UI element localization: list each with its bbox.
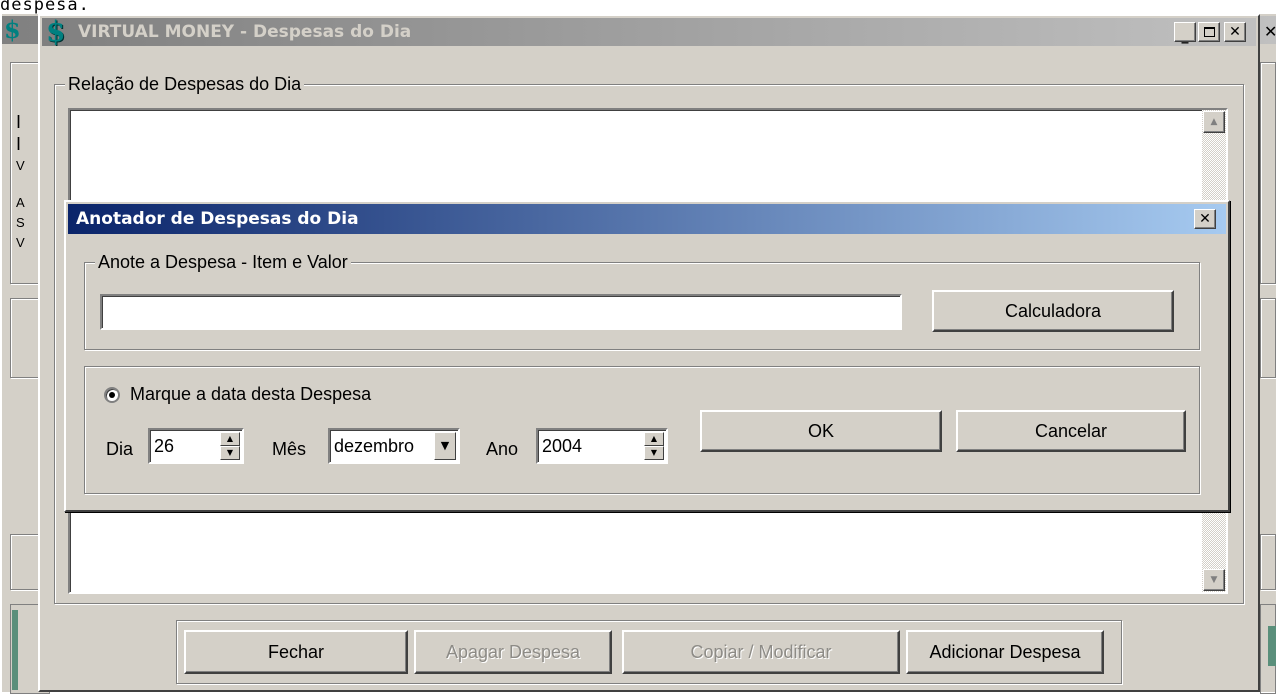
background-edge-letter: I bbox=[16, 134, 22, 154]
day-spinner[interactable]: ▲ ▼ bbox=[220, 432, 240, 460]
arrow-up-icon: ▲ bbox=[1210, 117, 1218, 127]
expense-list-group-label: Relação de Despesas do Dia bbox=[65, 73, 305, 95]
background-edge-letter: V bbox=[16, 235, 25, 250]
background-edge-letter: A bbox=[16, 195, 25, 210]
background-edge-letter: S bbox=[16, 215, 25, 230]
radio-dot-icon bbox=[109, 392, 115, 398]
spin-up-icon[interactable]: ▲ bbox=[644, 432, 664, 446]
chevron-down-icon: ▼ bbox=[440, 439, 450, 452]
dollar-sign-icon: $ bbox=[46, 15, 66, 48]
month-label: Mês bbox=[272, 439, 307, 459]
day-label: Dia bbox=[106, 439, 134, 459]
background-edge-letter: I bbox=[16, 112, 22, 132]
expense-dialog: Anotador de Despesas do Dia ✕ Anote a De… bbox=[64, 200, 1230, 512]
year-value: 2004 bbox=[542, 436, 583, 456]
background-panel-accent bbox=[12, 610, 18, 690]
arrow-down-icon: ▼ bbox=[1210, 575, 1218, 585]
maximize-icon bbox=[1203, 27, 1215, 37]
dialog-close-button[interactable]: ✕ bbox=[1194, 209, 1216, 229]
background-edge-letter: V bbox=[16, 158, 25, 173]
background-dollar-icon: $ bbox=[4, 15, 21, 44]
close-icon: ✕ bbox=[1229, 24, 1241, 40]
close-window-button[interactable]: Fechar bbox=[184, 630, 408, 674]
copy-modify-button[interactable]: Copiar / Modificar bbox=[622, 630, 900, 674]
main-window-titlebar: $ VIRTUAL MONEY - Despesas do Dia _ ✕ bbox=[42, 18, 1256, 46]
background-close-icon[interactable]: ✕ bbox=[1264, 22, 1276, 41]
item-value-input[interactable] bbox=[100, 294, 902, 330]
day-field[interactable]: 26 ▲ ▼ bbox=[148, 428, 244, 464]
background-right-group bbox=[1260, 298, 1276, 378]
dialog-titlebar: Anotador de Despesas do Dia ✕ bbox=[68, 204, 1226, 234]
date-radio-label[interactable]: Marque a data desta Despesa bbox=[130, 383, 371, 405]
month-value: dezembro bbox=[334, 436, 415, 456]
month-dropdown-button[interactable]: ▼ bbox=[434, 432, 456, 460]
delete-expense-button[interactable]: Apagar Despesa bbox=[414, 630, 612, 674]
close-button[interactable]: ✕ bbox=[1224, 22, 1246, 42]
background-right-group bbox=[1260, 534, 1276, 590]
ok-button[interactable]: OK bbox=[700, 410, 942, 452]
year-spinner[interactable]: ▲ ▼ bbox=[644, 432, 664, 460]
main-window-title: VIRTUAL MONEY - Despesas do Dia bbox=[78, 22, 412, 42]
cancel-button[interactable]: Cancelar bbox=[956, 410, 1186, 452]
year-field[interactable]: 2004 ▲ ▼ bbox=[536, 428, 668, 464]
scroll-down-button[interactable]: ▼ bbox=[1203, 569, 1225, 591]
day-value: 26 bbox=[154, 436, 175, 456]
year-label: Ano bbox=[486, 439, 519, 459]
spin-down-icon[interactable]: ▼ bbox=[644, 446, 664, 460]
maximize-button[interactable] bbox=[1198, 22, 1220, 42]
calculator-button[interactable]: Calculadora bbox=[932, 290, 1174, 332]
background-right-accent bbox=[1268, 626, 1276, 666]
background-right-group bbox=[1260, 62, 1276, 284]
minimize-icon: _ bbox=[1181, 28, 1189, 44]
add-expense-button[interactable]: Adicionar Despesa bbox=[906, 630, 1104, 674]
minimize-button[interactable]: _ bbox=[1174, 22, 1196, 44]
close-icon: ✕ bbox=[1199, 211, 1211, 227]
dialog-title: Anotador de Despesas do Dia bbox=[76, 209, 359, 229]
spin-down-icon[interactable]: ▼ bbox=[220, 446, 240, 460]
spin-up-icon[interactable]: ▲ bbox=[220, 432, 240, 446]
scroll-up-button[interactable]: ▲ bbox=[1203, 111, 1225, 133]
month-select[interactable]: dezembro ▼ bbox=[328, 428, 460, 464]
item-value-group-label: Anote a Despesa - Item e Valor bbox=[95, 251, 351, 273]
date-radio[interactable] bbox=[104, 387, 120, 403]
